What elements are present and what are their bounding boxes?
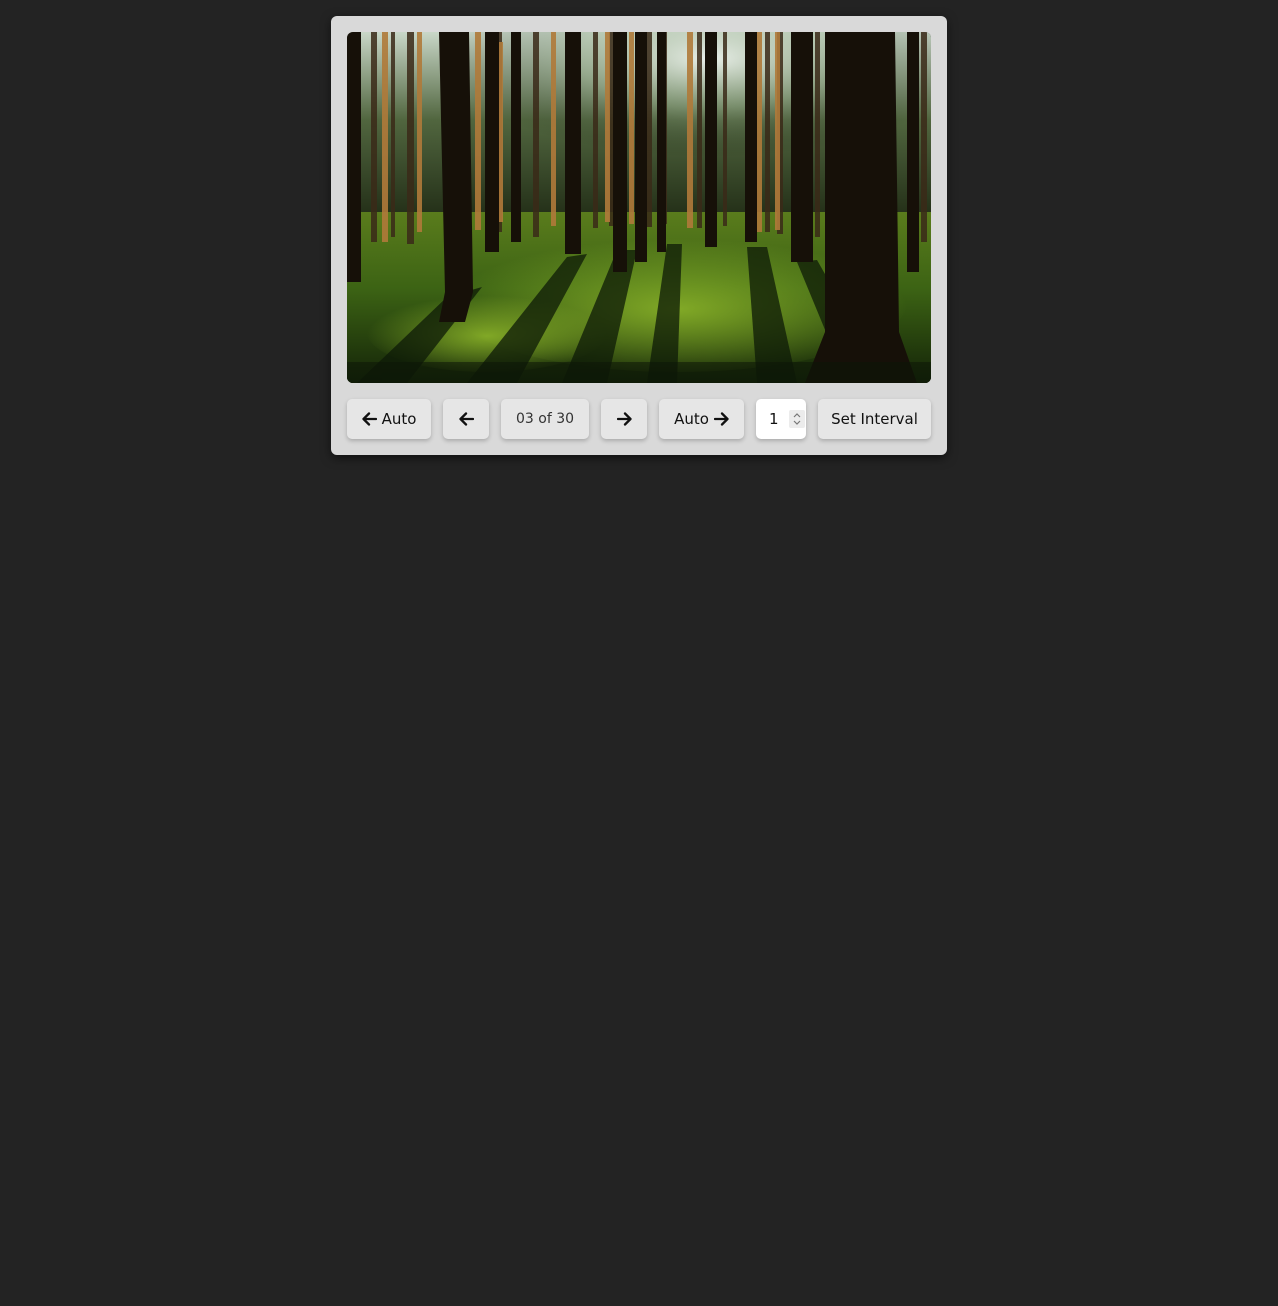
slide-image [347, 32, 931, 383]
slide-counter: 03 of 30 [501, 399, 589, 439]
set-interval-label: Set Interval [831, 410, 918, 428]
arrow-right-icon [616, 412, 632, 426]
chevron-up-icon[interactable] [793, 413, 801, 418]
arrow-left-icon [361, 412, 377, 426]
auto-next-label: Auto [674, 410, 709, 428]
auto-next-button[interactable]: Auto [659, 399, 744, 439]
chevron-down-icon[interactable] [793, 420, 801, 425]
arrow-right-icon [713, 412, 729, 426]
next-button[interactable] [601, 399, 647, 439]
slideshow-card: Auto 03 of 30 Auto 1 Set Interval [331, 16, 947, 455]
prev-button[interactable] [443, 399, 489, 439]
interval-spinner[interactable] [789, 410, 805, 428]
interval-input[interactable]: 1 [756, 399, 806, 439]
interval-value: 1 [769, 410, 779, 428]
slide-counter-text: 03 of 30 [515, 411, 575, 427]
forest-image [347, 32, 931, 383]
arrow-left-icon [458, 412, 474, 426]
set-interval-button[interactable]: Set Interval [818, 399, 931, 439]
auto-prev-button[interactable]: Auto [347, 399, 431, 439]
auto-prev-label: Auto [381, 410, 417, 428]
slideshow-controls: Auto 03 of 30 Auto 1 Set Interval [347, 399, 931, 439]
